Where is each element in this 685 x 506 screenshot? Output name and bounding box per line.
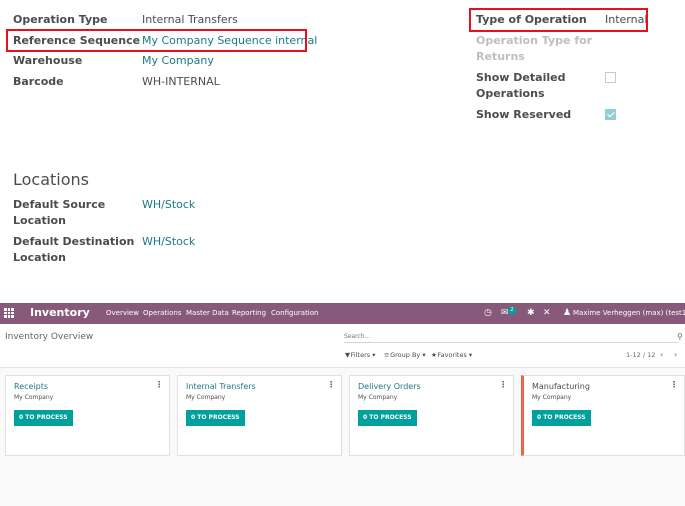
default-source-location-value[interactable]: WH/Stock [142,197,195,214]
search-input[interactable] [344,331,678,343]
app-grid-icon[interactable] [4,308,14,318]
barcode-value[interactable]: WH-INTERNAL [142,74,220,91]
user-icon: ♟ [563,308,572,318]
top-navbar: Inventory Overview Operations Master Dat… [0,303,685,324]
filters-button[interactable]: ▼ Filters ▾ [345,351,375,359]
control-panel: Inventory Overview ⚲ ▼ Filters ▾ ≡ Group… [0,324,685,368]
card-company: My Company [14,394,54,401]
menu-configuration[interactable]: Configuration [271,309,318,317]
menu-reporting[interactable]: Reporting [232,309,266,317]
card-company: My Company [532,394,572,401]
menu-overview[interactable]: Overview [106,309,139,317]
kanban-card-receipts[interactable]: Receipts My Company ⋮ 0 TO PROCESS [5,375,170,456]
show-reserved-checkbox[interactable] [605,109,616,120]
card-menu-icon[interactable]: ⋮ [670,380,678,389]
to-process-button[interactable]: 0 TO PROCESS [14,410,73,426]
menu-operations[interactable]: Operations [143,309,181,317]
default-destination-location-value[interactable]: WH/Stock [142,234,195,251]
kanban-card-internal-transfers[interactable]: Internal Transfers My Company ⋮ 0 TO PRO… [177,375,342,456]
pager-previous-icon[interactable]: ‹ [660,350,663,359]
show-detailed-operations-label-line2: Operations [476,87,545,100]
warehouse-label: Warehouse [13,54,83,67]
default-source-location-label: Default Source [13,198,106,211]
operation-type-returns-label-line2: Returns [476,50,525,63]
card-title[interactable]: Receipts [14,382,48,391]
default-source-location-label-line2: Location [13,214,66,227]
operation-type-value[interactable]: Internal Transfers [142,12,238,29]
group-by-label: Group By [390,351,421,359]
pager-next-icon[interactable]: › [674,350,677,359]
filters-label: Filters [350,351,371,359]
warehouse-value[interactable]: My Company [142,53,214,70]
card-menu-icon[interactable]: ⋮ [327,380,335,389]
kanban-card-manufacturing[interactable]: Manufacturing My Company ⋮ 0 TO PROCESS [521,375,685,456]
operation-type-label: Operation Type [13,13,108,26]
bug-icon[interactable]: ✱ [527,308,535,318]
card-menu-icon[interactable]: ⋮ [155,380,163,389]
show-detailed-operations-checkbox[interactable] [605,72,616,83]
barcode-label: Barcode [13,75,64,88]
breadcrumb: Inventory Overview [5,332,94,342]
show-reserved-label: Show Reserved [476,108,572,121]
activity-clock-icon[interactable]: ◷ [484,308,492,318]
user-menu[interactable]: Maxime Verheggen (max) (test180) [573,309,685,317]
group-by-button[interactable]: ≡ Group By ▾ [384,351,426,359]
card-company: My Company [186,394,226,401]
card-company: My Company [358,394,398,401]
to-process-button[interactable]: 0 TO PROCESS [186,410,245,426]
pager-value[interactable]: 1-12 / 12 [626,351,655,359]
favorites-label: Favorites [437,351,467,359]
card-title[interactable]: Internal Transfers [186,382,256,391]
to-process-button[interactable]: 0 TO PROCESS [358,410,417,426]
chat-count-badge: 2 [508,307,516,314]
close-icon[interactable]: ✕ [543,308,551,318]
type-of-operation-highlight [469,8,648,32]
menu-master-data[interactable]: Master Data [186,309,229,317]
kanban-card-delivery-orders[interactable]: Delivery Orders My Company ⋮ 0 TO PROCES… [349,375,514,456]
card-title[interactable]: Manufacturing [532,382,590,391]
operation-type-returns-label: Operation Type for [476,34,593,47]
locations-title: Locations [13,170,90,189]
to-process-button[interactable]: 0 TO PROCESS [532,410,591,426]
show-detailed-operations-label: Show Detailed [476,71,566,84]
favorites-button[interactable]: ★ Favorites ▾ [431,351,472,359]
default-destination-location-label-line2: Location [13,251,66,264]
default-destination-location-label: Default Destination [13,235,135,248]
reference-sequence-highlight [6,29,307,52]
card-menu-icon[interactable]: ⋮ [499,380,507,389]
search-icon[interactable]: ⚲ [677,332,683,341]
app-brand[interactable]: Inventory [30,306,90,319]
card-title[interactable]: Delivery Orders [358,382,421,391]
